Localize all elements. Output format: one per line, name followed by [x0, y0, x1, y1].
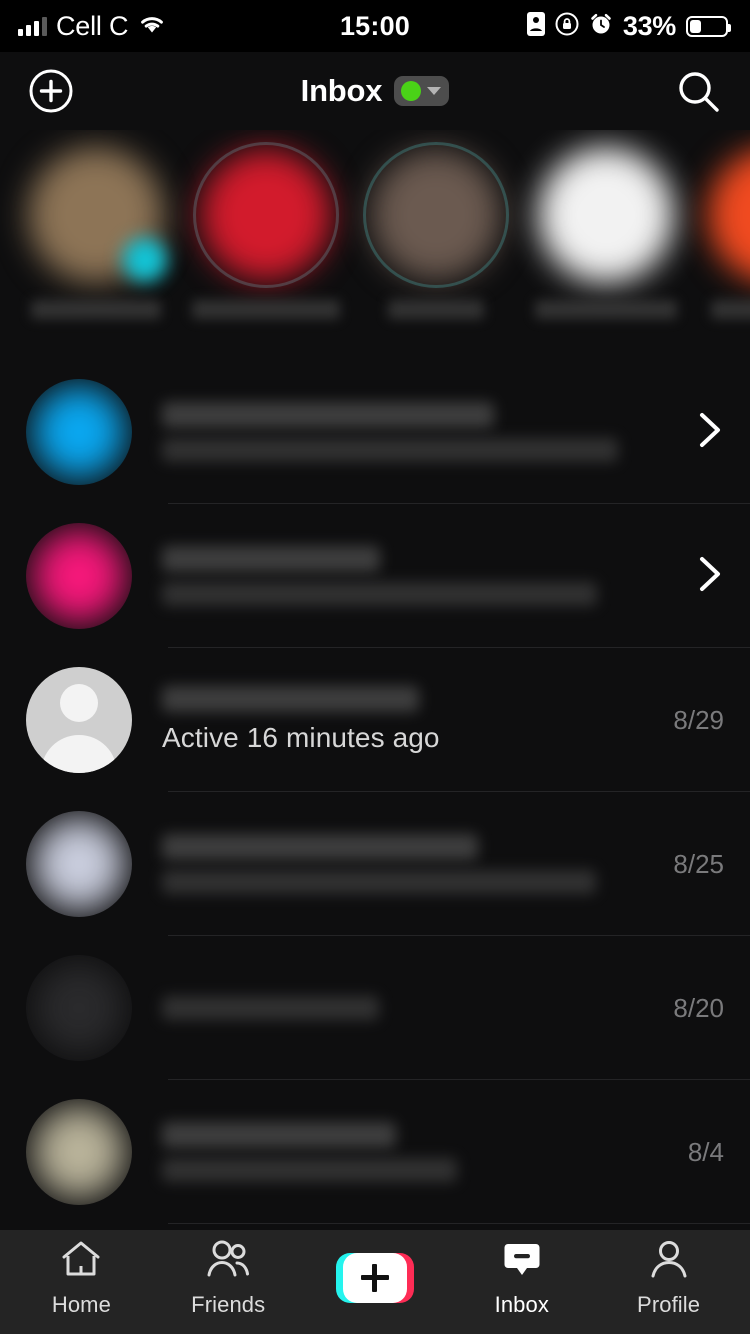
page-title: Inbox: [300, 73, 383, 108]
online-status-dot: [401, 81, 422, 101]
row-content: [162, 402, 680, 462]
story-name-label: [192, 300, 340, 319]
story-item[interactable]: [362, 142, 510, 319]
conversation-date: 8/4: [687, 1136, 724, 1167]
tab-friends[interactable]: Friends: [163, 1239, 293, 1318]
avatar: [26, 955, 132, 1061]
story-ring: [363, 142, 509, 288]
story-name-label: [535, 300, 677, 319]
tab-friends-label: Friends: [191, 1291, 266, 1317]
avatar: [26, 667, 132, 773]
conversation-preview: [162, 438, 618, 462]
tab-home-label: Home: [51, 1291, 111, 1317]
message-list[interactable]: Active 16 minutes ago 8/29 8/25 8/20 8/4: [0, 360, 750, 1230]
tab-create[interactable]: [310, 1251, 440, 1305]
profile-person-icon: [648, 1239, 690, 1284]
tab-home[interactable]: Home: [16, 1239, 146, 1318]
table-row[interactable]: 8/4: [0, 1080, 750, 1224]
tab-profile[interactable]: Profile: [604, 1239, 734, 1318]
cellular-signal-icon: [18, 16, 47, 36]
add-button[interactable]: [28, 68, 74, 114]
row-content: [162, 546, 680, 606]
story-ring: [23, 142, 169, 288]
avatar: [26, 379, 132, 485]
avatar: [26, 1099, 132, 1205]
chevron-down-icon: [427, 87, 442, 95]
conversation-title: [162, 686, 419, 712]
status-bar-left: Cell C: [18, 11, 167, 42]
conversation-title: [162, 402, 494, 428]
battery-icon: [686, 15, 731, 37]
inbox-bubble-icon: [501, 1239, 543, 1284]
plus-icon: [360, 1263, 389, 1292]
conversation-date: 8/29: [673, 704, 724, 735]
bottom-tab-bar[interactable]: Home Friends Inbox Profile: [0, 1230, 750, 1334]
story-item[interactable]: [532, 142, 680, 319]
conversation-preview: [162, 582, 598, 606]
app-header: Inbox: [0, 52, 750, 130]
conversation-title: [162, 546, 380, 572]
story-badge-icon: [123, 238, 167, 282]
header-title-group: Inbox: [0, 52, 750, 130]
story-name-label: [711, 300, 750, 319]
avatar: [26, 523, 132, 629]
row-content: [162, 834, 655, 894]
wifi-icon: [137, 13, 167, 40]
status-bar-right: 33%: [526, 10, 731, 42]
carrier-label: Cell C: [56, 10, 129, 41]
story-avatar: [538, 147, 674, 283]
conversation-date: 8/20: [673, 992, 724, 1023]
avatar: [26, 811, 132, 917]
table-row[interactable]: [0, 360, 750, 504]
row-content: [162, 996, 655, 1020]
home-icon: [60, 1239, 102, 1284]
clock-label: 15:00: [339, 10, 411, 41]
story-ring: [193, 142, 339, 288]
friends-icon: [205, 1239, 251, 1284]
chevron-right-icon[interactable]: [696, 554, 724, 599]
chevron-right-icon[interactable]: [696, 410, 724, 455]
story-name-label: [388, 300, 484, 319]
conversation-title: [162, 1122, 396, 1148]
rotation-lock-icon: [555, 12, 579, 41]
id-card-icon: [526, 11, 545, 41]
table-row[interactable]: Active 16 minutes ago 8/29: [0, 648, 750, 792]
tab-profile-label: Profile: [637, 1291, 701, 1317]
story-ring: [533, 142, 679, 288]
create-plus-button[interactable]: [334, 1251, 416, 1305]
stories-row[interactable]: [0, 130, 750, 360]
story-ring: [703, 142, 750, 288]
story-avatar: [200, 149, 332, 281]
conversation-date: 8/25: [673, 848, 724, 879]
table-row[interactable]: 8/25: [0, 792, 750, 936]
row-content: Active 16 minutes ago: [162, 686, 655, 754]
conversation-preview: [162, 870, 597, 894]
table-row[interactable]: 8/20: [0, 936, 750, 1080]
tab-inbox-label: Inbox: [494, 1291, 549, 1317]
story-item[interactable]: [702, 142, 750, 319]
conversation-title: [162, 834, 478, 860]
conversation-preview: Active 16 minutes ago: [162, 722, 440, 753]
tab-inbox[interactable]: Inbox: [457, 1239, 587, 1318]
battery-percent-label: 33%: [622, 10, 676, 41]
row-content: [162, 1122, 670, 1182]
status-bar: Cell C 15:00 33%: [0, 0, 750, 52]
table-row[interactable]: [0, 504, 750, 648]
alarm-clock-icon: [589, 12, 613, 41]
app-screen: Cell C 15:00 33% Inbox Active 16 minutes…: [0, 0, 750, 1334]
story-avatar: [708, 147, 750, 283]
presence-status-pill[interactable]: [394, 76, 450, 106]
story-item[interactable]: [192, 142, 340, 319]
story-name-label: [31, 300, 161, 319]
story-item[interactable]: [22, 142, 170, 319]
conversation-preview: [162, 1158, 457, 1182]
conversation-preview: [162, 996, 380, 1020]
story-avatar: [370, 149, 502, 281]
search-button[interactable]: [674, 67, 722, 115]
row-divider: [168, 1223, 750, 1224]
